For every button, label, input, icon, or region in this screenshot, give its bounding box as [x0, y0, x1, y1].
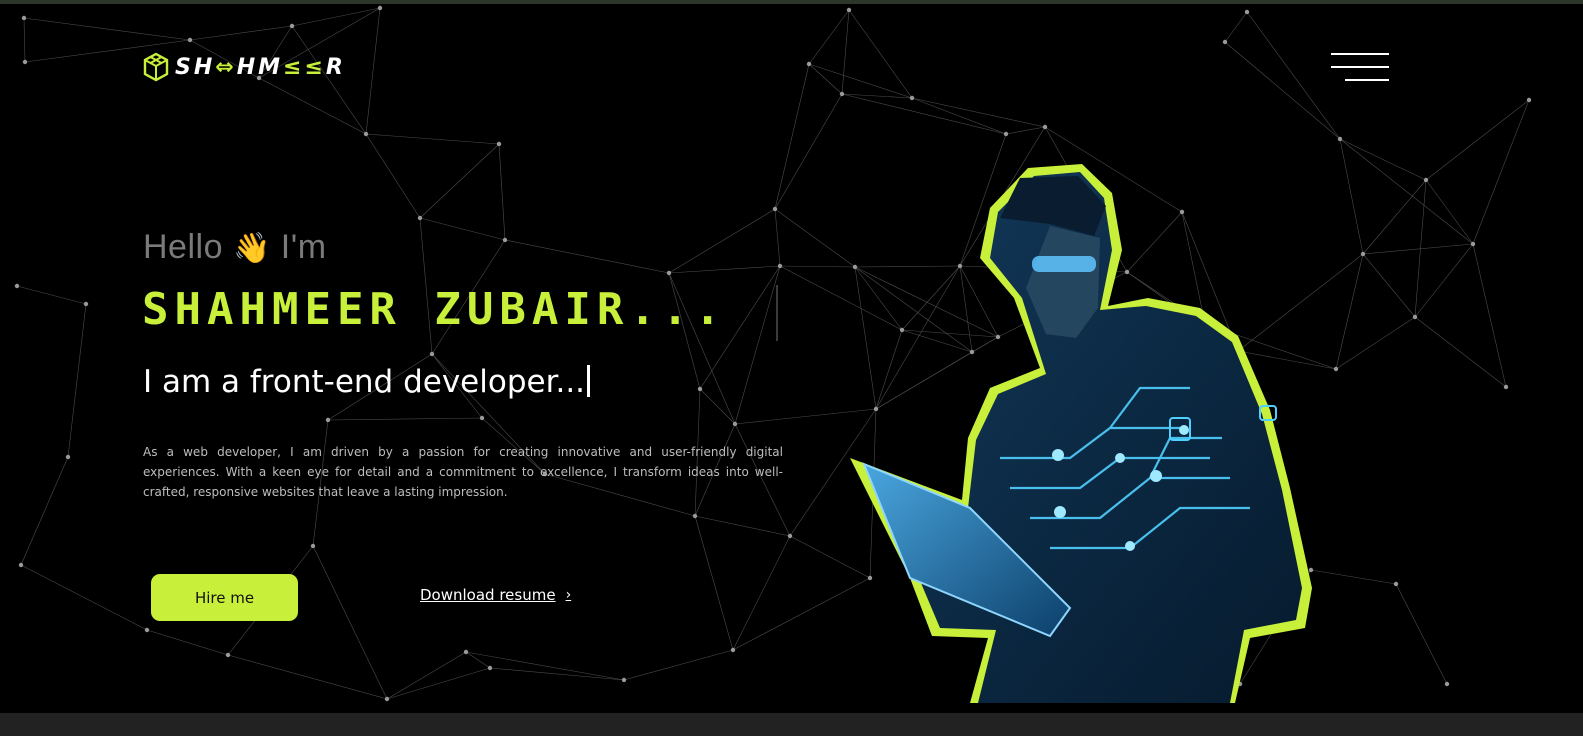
text-cursor: [776, 285, 778, 341]
hire-me-button[interactable]: Hire me: [151, 574, 298, 621]
hamburger-menu-icon[interactable]: [1331, 52, 1389, 84]
cube-logo-icon: [143, 52, 169, 82]
chevron-right-icon: ›: [565, 587, 572, 603]
hero-name: SHAHMEER ZUBAIR...: [142, 284, 727, 335]
developer-portrait-illustration: [850, 164, 1312, 703]
typing-caret: [587, 365, 591, 397]
logo-wordmark: SH⇔HM≤≤R: [175, 54, 346, 80]
hero-role: I am a front-end developer...: [143, 364, 591, 400]
download-resume-link[interactable]: Download resume ›: [420, 586, 571, 604]
waving-hand-icon: 👋: [232, 232, 271, 265]
greeting: Hello 👋 I'm: [143, 228, 327, 266]
site-logo[interactable]: SH⇔HM≤≤R: [143, 52, 346, 82]
bottom-bar: [0, 713, 1583, 736]
hero-description: As a web developer, I am driven by a pas…: [143, 445, 783, 499]
